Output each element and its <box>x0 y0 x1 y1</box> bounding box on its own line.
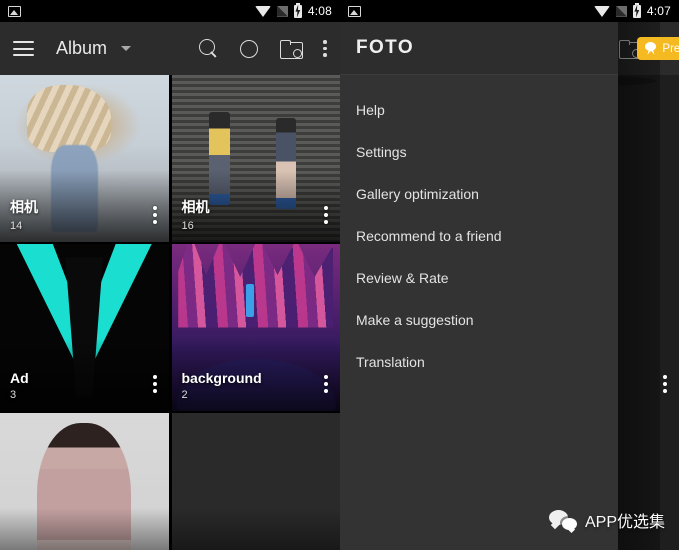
signal-off-icon <box>276 5 288 17</box>
status-bar-system: 4:08 <box>254 0 332 22</box>
drawer-item-label: Review & Rate <box>356 270 449 286</box>
album-name: background <box>181 370 262 386</box>
left-phone-screen: 4:08 Album 相机 14 相机 16 Ad 3 background 2 <box>0 0 340 550</box>
album-tile[interactable]: 相机 16 <box>171 75 340 242</box>
drawer-item-label: Translation <box>356 354 425 370</box>
status-bar-clock: 4:07 <box>646 4 671 18</box>
drawer-item-translation[interactable]: Translation <box>340 341 618 383</box>
status-bar-clock: 4:08 <box>307 4 332 18</box>
drawer-menu: Help Settings Gallery optimization Recom… <box>340 75 618 383</box>
album-name: 相机 <box>10 199 38 215</box>
premium-badge-label: Premium user <box>662 42 679 55</box>
album-count: 16 <box>181 220 194 232</box>
status-bar-system: 4:07 <box>593 0 671 22</box>
drawer-item-label: Help <box>356 102 385 118</box>
album-tile[interactable]: 相机 14 <box>0 75 169 242</box>
album-count: 3 <box>10 389 17 401</box>
drawer-item-recommend-to-a-friend[interactable]: Recommend to a friend <box>340 215 618 257</box>
album-meta: 相机 16 <box>182 197 210 232</box>
status-bar-notifications <box>348 5 361 17</box>
album-meta: background 2 <box>182 370 262 401</box>
tile-gradient <box>0 508 169 550</box>
album-count: 2 <box>181 389 188 401</box>
album-name: 相机 <box>181 199 210 215</box>
navigation-drawer: FOTO Premium user Help Settings Gallery … <box>340 22 679 550</box>
overflow-menu-icon[interactable] <box>152 375 157 393</box>
search-icon[interactable] <box>199 39 218 58</box>
app-brand-title: FOTO <box>356 37 415 58</box>
album-tile[interactable]: Ad 3 <box>0 244 169 411</box>
hamburger-icon[interactable] <box>13 41 34 56</box>
drawer-item-gallery-optimization[interactable]: Gallery optimization <box>340 173 618 215</box>
drawer-item-make-a-suggestion[interactable]: Make a suggestion <box>340 299 618 341</box>
drawer-item-label: Settings <box>356 144 407 160</box>
dual-screenshot: 4:08 Album 相机 14 相机 16 Ad 3 background 2… <box>0 0 679 550</box>
status-bar: 4:08 <box>0 0 340 22</box>
wechat-icon <box>548 510 577 530</box>
album-grid: 相机 14 相机 16 Ad 3 background 2 <box>0 75 340 550</box>
album-meta: 相机 14 <box>10 197 38 232</box>
overflow-menu-icon[interactable] <box>324 206 328 224</box>
medal-icon <box>644 42 657 55</box>
album-count: 14 <box>10 220 23 232</box>
overflow-menu-icon[interactable] <box>663 375 667 393</box>
watermark: APP优选集 <box>548 508 665 532</box>
circle-icon[interactable] <box>240 39 258 58</box>
album-name: Ad <box>10 370 29 386</box>
app-bar: Album <box>0 22 340 75</box>
premium-user-badge[interactable]: Premium user <box>637 37 679 60</box>
caret-down-icon[interactable] <box>121 46 132 51</box>
drawer-item-label: Make a suggestion <box>356 312 474 328</box>
tile-gradient <box>171 508 340 550</box>
right-phone-screen: 4:07 着贫穷 <box>340 0 679 550</box>
photo-icon <box>348 5 361 17</box>
watermark-text: APP优选集 <box>584 514 665 531</box>
overflow-menu-icon[interactable] <box>323 40 327 57</box>
album-meta: Ad 3 <box>10 370 29 401</box>
album-tile[interactable]: background 2 <box>171 244 340 411</box>
overflow-menu-icon[interactable] <box>152 206 157 224</box>
wifi-icon <box>593 5 610 17</box>
drawer-header: FOTO Premium user <box>340 22 679 75</box>
drawer-item-review-rate[interactable]: Review & Rate <box>340 257 618 299</box>
status-bar-notifications <box>8 5 21 17</box>
battery-charging-icon <box>293 2 302 18</box>
overflow-menu-icon[interactable] <box>324 375 328 393</box>
drawer-item-label: Recommend to a friend <box>356 228 502 244</box>
album-tile[interactable]: Sfashion <box>0 413 169 550</box>
status-bar: 4:07 <box>340 0 679 22</box>
app-bar-actions <box>199 39 327 59</box>
drawer-item-help[interactable]: Help <box>340 89 618 131</box>
drawer-scrim[interactable] <box>618 22 660 550</box>
battery-charging-icon <box>632 2 641 18</box>
wifi-icon <box>254 5 271 17</box>
page-title: Album <box>56 38 108 58</box>
album-tile[interactable]: Pictures <box>171 413 340 550</box>
drawer-item-settings[interactable]: Settings <box>340 131 618 173</box>
drawer-item-label: Gallery optimization <box>356 186 479 202</box>
folder-recent-icon[interactable] <box>280 40 303 59</box>
signal-off-icon <box>615 5 627 17</box>
photo-icon <box>8 5 21 17</box>
